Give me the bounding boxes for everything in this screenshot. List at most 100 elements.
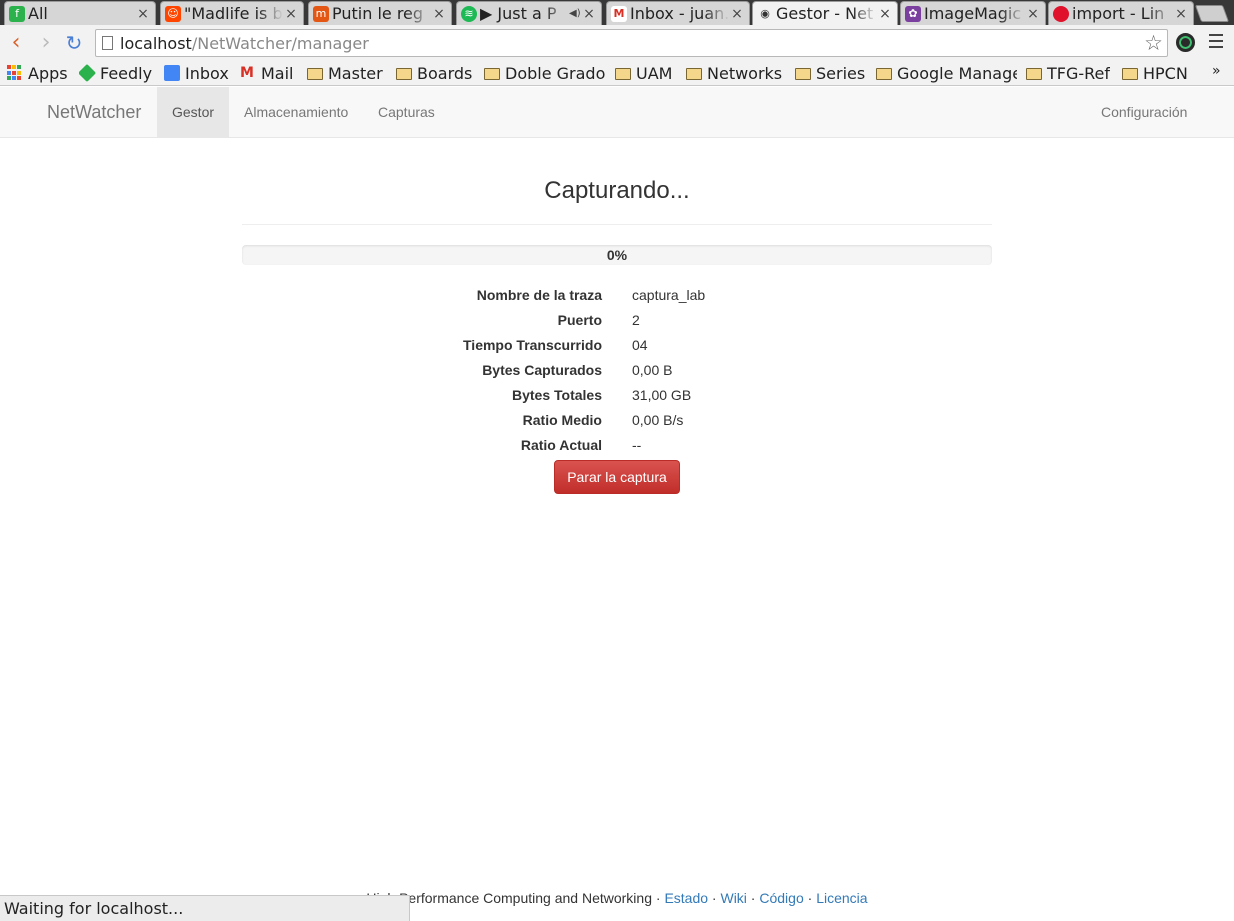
bookmarks-bar: Apps Feedly Inbox M Mail Master Boards D… bbox=[0, 61, 1234, 86]
bookmark-folder[interactable]: Networks bbox=[686, 61, 782, 85]
bookmark-label: Mail bbox=[261, 63, 294, 83]
detail-row: Bytes Capturados 0,00 B bbox=[242, 358, 992, 383]
footer-text: High Performance Computing and Networkin… bbox=[366, 890, 665, 906]
bookmark-label: HPCN bbox=[1143, 63, 1188, 83]
inbox-icon bbox=[164, 65, 180, 81]
browser-tab[interactable]: ☺ "Madlife is b × bbox=[160, 1, 304, 25]
meneame-icon: m bbox=[313, 5, 329, 22]
detail-label: Tiempo Transcurrido bbox=[463, 337, 602, 353]
tab-title: import - Lin bbox=[1072, 4, 1165, 23]
folder-icon bbox=[484, 68, 500, 80]
folder-icon bbox=[307, 68, 323, 80]
footer-link-codigo[interactable]: Código bbox=[759, 890, 803, 906]
bookmark-star-icon[interactable]: ☆ bbox=[1144, 31, 1163, 55]
bookmark-folder[interactable]: Doble Grado bbox=[484, 61, 605, 85]
reddit-icon: ☺ bbox=[165, 5, 181, 22]
detail-label: Ratio Actual bbox=[520, 437, 602, 453]
bookmark-label: Networks bbox=[707, 63, 783, 83]
close-icon[interactable]: × bbox=[285, 6, 297, 22]
detail-label: Nombre de la traza bbox=[476, 287, 602, 303]
footer-link-licencia[interactable]: Licencia bbox=[816, 890, 867, 906]
reload-icon[interactable]: ↻ bbox=[63, 31, 85, 55]
bookmark-folder[interactable]: Boards bbox=[396, 61, 472, 85]
gmail-icon: M bbox=[611, 5, 627, 22]
detail-row: Ratio Actual -- bbox=[242, 433, 992, 458]
address-bar[interactable]: localhost/NetWatcher/manager ☆ bbox=[95, 29, 1168, 57]
capture-details: Nombre de la traza captura_lab Puerto 2 Ti… bbox=[242, 283, 992, 458]
forward-icon[interactable]: › bbox=[35, 31, 57, 55]
nav-link-gestor[interactable]: Gestor bbox=[157, 87, 230, 137]
bookmarks-overflow-icon[interactable]: » bbox=[1212, 63, 1221, 79]
bookmark-label: Doble Grado bbox=[505, 63, 606, 83]
footer-separator: · bbox=[746, 890, 760, 906]
bookmark-label: Feedly bbox=[100, 63, 153, 83]
nav-link-capturas[interactable]: Capturas bbox=[363, 87, 450, 137]
detail-value: captura_lab bbox=[632, 287, 706, 303]
extension-icon[interactable] bbox=[1176, 33, 1195, 52]
bookmark-folder[interactable]: HPCN bbox=[1122, 61, 1188, 85]
browser-tab[interactable]: ✿ ImageMagic × bbox=[900, 1, 1046, 25]
divider bbox=[242, 224, 992, 225]
url-text[interactable]: localhost/NetWatcher/manager bbox=[120, 34, 369, 53]
footer-link-wiki[interactable]: Wiki bbox=[720, 890, 746, 906]
folder-icon bbox=[396, 68, 412, 80]
bookmark-folder[interactable]: UAM bbox=[615, 61, 672, 85]
nav-link-almacenamiento[interactable]: Almacenamiento bbox=[229, 87, 363, 137]
folder-icon bbox=[615, 68, 631, 80]
bookmark-folder[interactable]: TFG-Ref bbox=[1026, 61, 1110, 85]
detail-value: 31,00 GB bbox=[632, 387, 692, 403]
capture-progress-bar: 0% bbox=[242, 245, 992, 265]
close-icon[interactable]: × bbox=[879, 6, 891, 22]
menu-icon[interactable] bbox=[1209, 34, 1223, 50]
page-icon bbox=[102, 36, 113, 50]
tab-title: "Madlife is b bbox=[184, 4, 283, 23]
browser-tab[interactable]: ≋ ▶ Just a P ◀) × bbox=[456, 1, 602, 25]
back-icon[interactable]: ‹ bbox=[5, 31, 27, 55]
close-icon[interactable]: × bbox=[1027, 6, 1039, 22]
browser-tab[interactable]: import - Lin × bbox=[1048, 1, 1194, 25]
bookmark-inbox[interactable]: Inbox bbox=[164, 61, 229, 85]
bookmark-label: TFG-Ref bbox=[1047, 63, 1111, 83]
tab-strip: f All × ☺ "Madlife is b × m Putin le reg… bbox=[0, 0, 1234, 25]
stop-capture-button[interactable]: Parar la captura bbox=[554, 460, 680, 494]
bookmark-label: Master bbox=[328, 63, 383, 83]
close-icon[interactable]: × bbox=[433, 6, 445, 22]
close-icon[interactable]: × bbox=[137, 6, 149, 22]
browser-tab[interactable]: M Inbox - juan. × bbox=[606, 1, 750, 25]
tab-title: All bbox=[28, 4, 48, 23]
close-icon[interactable]: × bbox=[1175, 6, 1187, 22]
detail-value: -- bbox=[632, 437, 642, 453]
tab-title: ImageMagic bbox=[924, 4, 1022, 23]
footer-separator: · bbox=[803, 890, 817, 906]
brand-link[interactable]: NetWatcher bbox=[47, 102, 141, 123]
close-icon[interactable]: × bbox=[731, 6, 743, 22]
tab-title: Putin le reg bbox=[332, 4, 424, 23]
close-icon[interactable]: × bbox=[583, 6, 595, 22]
footer-separator: · bbox=[708, 890, 721, 906]
bookmark-label: UAM bbox=[636, 63, 673, 83]
browser-tab[interactable]: f All × bbox=[4, 1, 156, 25]
bookmark-mail[interactable]: M Mail bbox=[240, 61, 294, 85]
browser-tab-active[interactable]: ◉ Gestor - Net × bbox=[752, 1, 898, 25]
footer-link-estado[interactable]: Estado bbox=[664, 890, 708, 906]
bookmark-label: Boards bbox=[417, 63, 473, 83]
gmail-icon: M bbox=[240, 65, 254, 81]
speaker-icon[interactable]: ◀) bbox=[569, 8, 581, 19]
bookmark-label: Apps bbox=[28, 63, 68, 83]
detail-row: Nombre de la traza captura_lab bbox=[242, 283, 992, 308]
nav-link-configuracion[interactable]: Configuración bbox=[1086, 87, 1202, 137]
browser-toolbar: ‹ › ↻ localhost/NetWatcher/manager ☆ bbox=[0, 25, 1234, 61]
detail-row: Tiempo Transcurrido 04 bbox=[242, 333, 992, 358]
folder-icon bbox=[1122, 68, 1138, 80]
new-tab-button[interactable] bbox=[1194, 5, 1230, 22]
bookmark-folder[interactable]: Series bbox=[795, 61, 865, 85]
apps-grid-icon bbox=[7, 65, 23, 81]
bookmark-apps[interactable]: Apps bbox=[7, 61, 68, 85]
detail-value: 0,00 B/s bbox=[632, 412, 684, 428]
tab-title: Inbox - juan. bbox=[630, 4, 729, 23]
bookmark-folder[interactable]: Master bbox=[307, 61, 383, 85]
bookmark-folder[interactable]: Google Manage bbox=[876, 61, 1017, 85]
bookmark-feedly[interactable]: Feedly bbox=[79, 61, 152, 85]
detail-value: 2 bbox=[632, 312, 640, 328]
browser-tab[interactable]: m Putin le reg × bbox=[308, 1, 452, 25]
